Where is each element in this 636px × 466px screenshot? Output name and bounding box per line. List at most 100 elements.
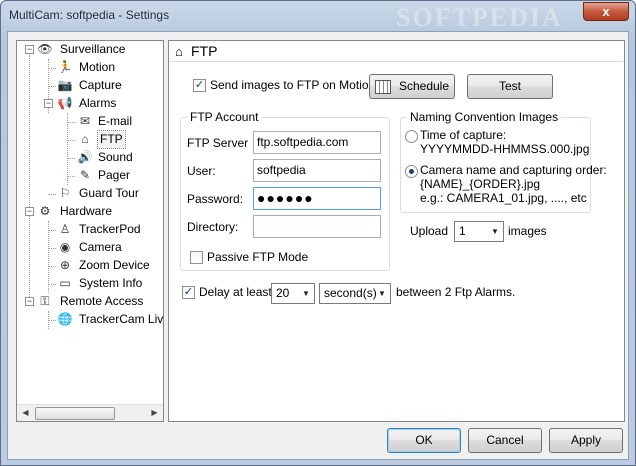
ok-button-label: OK [415, 433, 433, 447]
test-button-label: Test [498, 79, 521, 93]
chevron-down-icon: ▼ [302, 289, 310, 298]
envelope-icon: ✉ [79, 114, 91, 128]
eye-icon: 👁 [37, 42, 53, 56]
camera-name-order-label: Camera name and capturing order: [420, 163, 607, 177]
tree-item-label: Remote Access [60, 294, 144, 308]
monitor-icon: ▭ [59, 276, 71, 290]
title-bar[interactable]: MultiCam: softpedia - Settings SOFTPEDIA… [1, 1, 635, 32]
dialog-client-area: − 👁 Surveillance 🏃 Motion 📷 Capture − 📢 … [7, 31, 629, 460]
directory-label: Directory: [187, 220, 239, 234]
send-images-checkbox[interactable]: ✓ [193, 79, 206, 92]
time-of-capture-radio[interactable] [405, 130, 418, 143]
close-icon: x [602, 4, 610, 19]
time-of-capture-label: Time of capture: [420, 128, 507, 142]
settings-window: MultiCam: softpedia - Settings SOFTPEDIA… [0, 0, 636, 466]
user-input[interactable]: softpedia [253, 159, 381, 182]
password-input[interactable]: ●●●●●● [253, 187, 381, 210]
tree-item-label: Alarms [79, 96, 117, 110]
pen-icon: ✎ [79, 168, 91, 182]
upload-suffix: images [508, 224, 547, 238]
apply-button[interactable]: Apply [549, 428, 623, 453]
gear-icon: ⚙ [39, 204, 51, 218]
test-button[interactable]: Test [467, 74, 553, 99]
delay-amount-select[interactable]: 20 ▼ [271, 283, 315, 304]
chevron-down-icon: ▼ [491, 227, 499, 236]
expand-toggle-surveillance[interactable]: − [25, 45, 34, 54]
watermark-logo: SOFTPEDIA [396, 3, 563, 32]
camera-name-order-example: e.g.: CAMERA1_01.jpg, ...., etc [420, 191, 587, 205]
panel-title: ⌂ FTP [175, 43, 217, 59]
ftp-account-legend: FTP Account [187, 110, 262, 124]
tree-item-label: Hardware [60, 204, 113, 218]
upload-count-value: 1 [459, 224, 466, 238]
tree-item-label: E-mail [98, 114, 133, 128]
delay-amount-value: 20 [276, 286, 290, 300]
time-of-capture-format: YYYYMMDD-HHMMSS.000.jpg [420, 142, 590, 156]
globe-icon: 🌐 [57, 312, 73, 326]
cancel-button-label: Cancel [486, 433, 524, 447]
delay-unit-value: second(s) [324, 286, 377, 300]
naming-convention-legend: Naming Convention Images [407, 110, 562, 124]
network-icon: ⚿ [40, 294, 50, 308]
tree-item-label: Pager [98, 168, 131, 182]
title-divider [170, 61, 623, 62]
upload-count-select[interactable]: 1 ▼ [454, 221, 504, 242]
panel-title-text: FTP [191, 43, 218, 59]
tree-item-label: TrackerCam Liv [79, 312, 164, 326]
tree-connector [48, 221, 49, 293]
schedule-button-label: Schedule [398, 79, 450, 93]
schedule-button[interactable]: Schedule [369, 74, 455, 99]
passive-ftp-label: Passive FTP Mode [207, 250, 309, 264]
guard-tour-icon: ⚐ [59, 186, 71, 200]
tree-connector [29, 55, 30, 303]
scroll-left-icon[interactable]: ◀ [17, 405, 34, 421]
calendar-icon [374, 79, 391, 94]
ok-button[interactable]: OK [387, 428, 461, 453]
delay-label: Delay at least [199, 285, 272, 299]
running-figure-icon: 🏃 [57, 60, 73, 74]
delay-checkbox[interactable]: ✓ [182, 286, 195, 299]
tree-item-label: FTP [97, 130, 126, 149]
tree-item-label: Zoom Device [79, 258, 150, 272]
expand-toggle-remote-access[interactable]: − [25, 297, 34, 306]
tree-item-label: Motion [79, 60, 116, 74]
passive-ftp-checkbox[interactable] [190, 251, 203, 264]
check-icon: ✓ [194, 79, 205, 91]
send-images-label: Send images to FTP on Motion [210, 78, 376, 92]
tree-horizontal-scrollbar[interactable]: ◀ ▶ [17, 404, 163, 421]
scroll-right-icon[interactable]: ▶ [146, 405, 163, 421]
home-icon: ⌂ [81, 132, 89, 146]
upload-label: Upload [410, 224, 449, 238]
ftp-settings-panel: ⌂ FTP ✓ Send images to FTP on Motion Sche… [168, 40, 625, 422]
scrollbar-thumb[interactable] [35, 407, 115, 420]
megaphone-icon: 📢 [57, 96, 73, 110]
window-title: MultiCam: softpedia - Settings [9, 8, 170, 22]
tree-item-label: Guard Tour [79, 186, 139, 200]
chevron-down-icon: ▼ [378, 289, 386, 298]
zoom-icon: ⊕ [59, 258, 71, 272]
camera-icon: 📷 [57, 78, 73, 92]
ftp-server-input[interactable]: ftp.softpedia.com [253, 131, 381, 154]
ftp-server-label: FTP Server [187, 136, 249, 150]
settings-tree[interactable]: − 👁 Surveillance 🏃 Motion 📷 Capture − 📢 … [16, 40, 164, 422]
webcam-icon: ◉ [59, 240, 71, 254]
speaker-icon: 🔊 [77, 150, 93, 164]
cancel-button[interactable]: Cancel [468, 428, 542, 453]
delay-unit-select[interactable]: second(s) ▼ [319, 283, 391, 304]
expand-toggle-alarms[interactable]: − [44, 99, 53, 108]
apply-button-label: Apply [570, 433, 602, 447]
tree-connector [67, 113, 68, 185]
camera-name-order-radio[interactable] [405, 165, 418, 178]
check-icon: ✓ [183, 286, 194, 298]
user-label: User: [187, 164, 216, 178]
tracker-icon: ♙ [59, 222, 71, 236]
home-icon: ⌂ [175, 44, 183, 59]
password-label: Password: [187, 192, 244, 206]
delay-suffix: between 2 Ftp Alarms. [396, 285, 516, 299]
close-button[interactable]: x [583, 2, 629, 21]
expand-toggle-hardware[interactable]: − [25, 207, 34, 216]
tree-item-label: Sound [98, 150, 133, 164]
tree-item-label: Capture [79, 78, 122, 92]
directory-input[interactable] [253, 215, 381, 238]
tree-item-label: TrackerPod [79, 222, 141, 236]
